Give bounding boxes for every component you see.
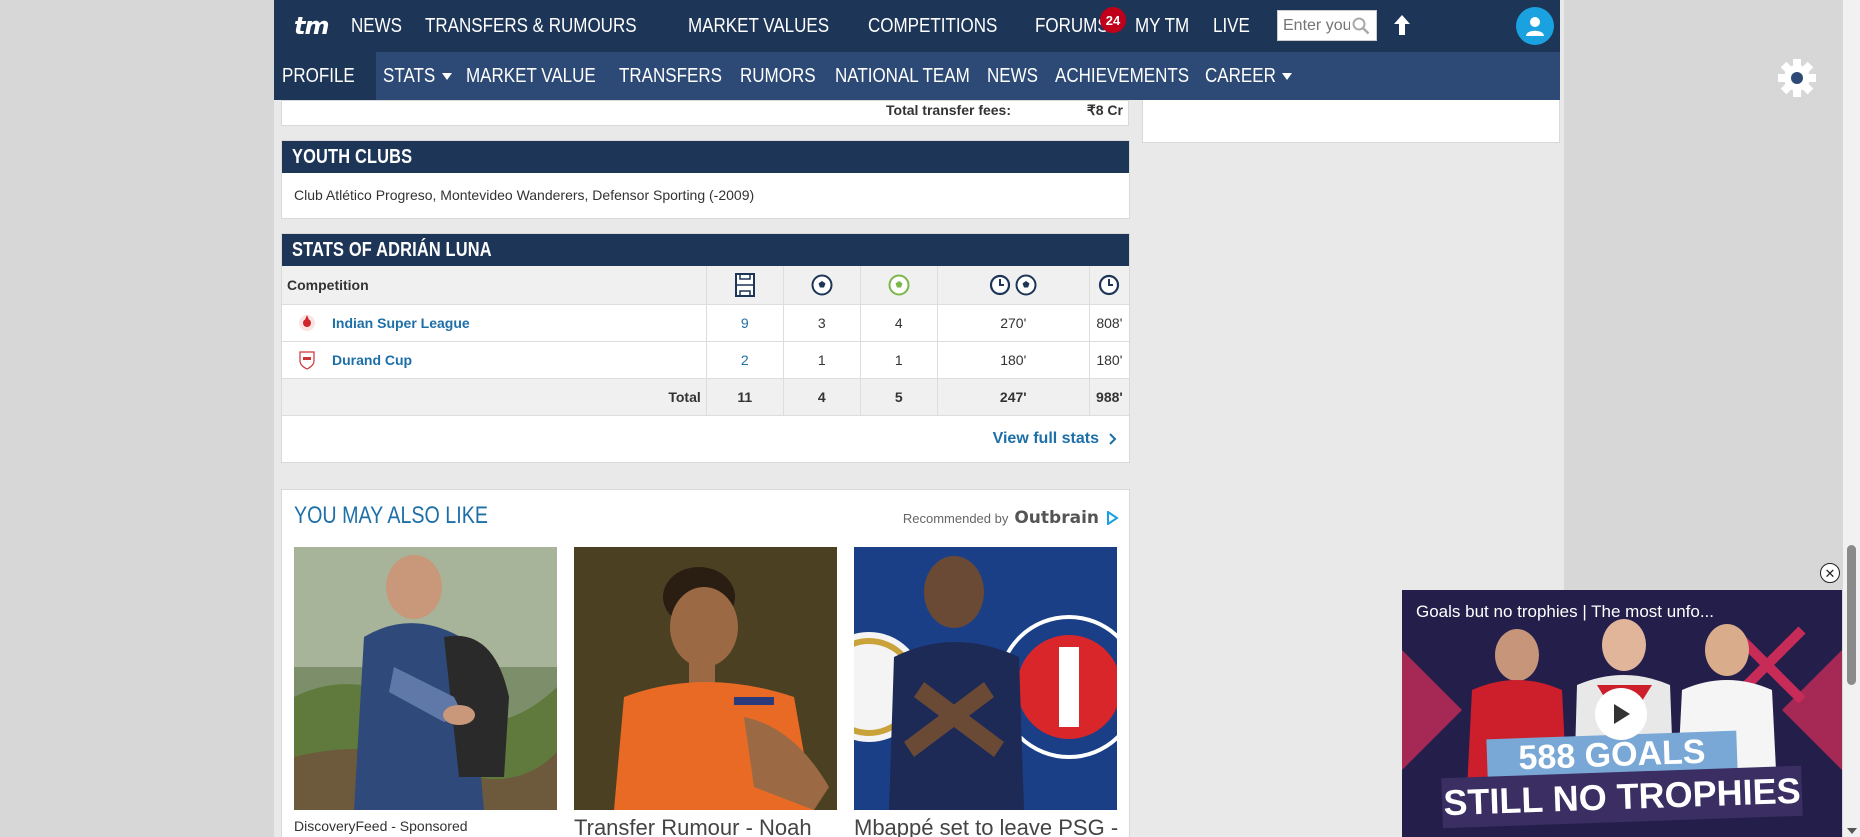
- outbrain-logo: Outbrain: [1014, 508, 1099, 528]
- chevron-down-icon: [442, 72, 453, 80]
- subnav-career[interactable]: CAREER: [1198, 52, 1299, 100]
- subnav-market-value[interactable]: MARKET VALUE: [459, 52, 626, 100]
- subnav-profile[interactable]: PROFILE: [274, 52, 376, 100]
- total-label: Total: [282, 378, 707, 416]
- floating-video-player[interactable]: Goals but no trophies | The most unfo...…: [1402, 590, 1842, 837]
- apps-link-durand-cup[interactable]: 2: [706, 341, 784, 379]
- youth-clubs-text: Club Atlético Progreso, Montevideo Wande…: [294, 187, 755, 203]
- nav-market-values[interactable]: MARKET VALUES: [688, 15, 829, 38]
- close-icon[interactable]: ✕: [1820, 563, 1840, 583]
- scroll-down-arrow-icon[interactable]: [1847, 828, 1857, 834]
- total-assists: 5: [860, 378, 938, 416]
- nav-forums[interactable]: FORUMS: [1035, 15, 1109, 38]
- page-scrollbar[interactable]: [1843, 0, 1860, 837]
- article-tile-hiker[interactable]: [294, 547, 557, 810]
- subnav-national-team[interactable]: NATIONAL TEAM: [828, 52, 1001, 100]
- subnav-achievements[interactable]: ACHIEVEMENTS: [1048, 52, 1220, 100]
- green-ball-icon: [861, 274, 937, 296]
- total-transfer-fees-label: Total transfer fees:: [886, 102, 1011, 118]
- stats-table: Competition Indian Super League 9 3 4 27…: [282, 266, 1129, 416]
- player-stats-box: STATS OF ADRIÁN LUNA Competition Indian …: [281, 233, 1130, 463]
- clock-ball-icon: [938, 274, 1089, 296]
- player-subnavigation: PROFILE STATS MARKET VALUE TRANSFERS RUM…: [274, 52, 1816, 100]
- adchoices-icon: [1107, 511, 1119, 525]
- search-box: [1277, 10, 1377, 41]
- goals-value: 1: [783, 341, 861, 379]
- competition-header: Competition: [282, 266, 707, 305]
- subnav-news[interactable]: NEWS: [980, 52, 1054, 100]
- table-row: Indian Super League 9 3 4 270' 808': [282, 304, 1129, 342]
- transfer-summary: Total transfer fees: ₹8 Cr: [281, 100, 1129, 126]
- nav-competitions[interactable]: COMPETITIONS: [868, 15, 997, 38]
- competition-link-isl[interactable]: Indian Super League: [332, 304, 707, 342]
- live-count-badge: 24: [1100, 7, 1126, 33]
- nav-transfers-rumours[interactable]: TRANSFERS & RUMOURS: [425, 15, 637, 38]
- goals-value: 3: [783, 304, 861, 342]
- tile-caption-sponsored[interactable]: DiscoveryFeed - Sponsored: [294, 818, 468, 834]
- assists-value: 1: [860, 341, 938, 379]
- right-column-card: [1142, 100, 1560, 143]
- total-min-per-goal: 247': [937, 378, 1090, 416]
- youth-clubs-header: YOUTH CLUBS: [282, 141, 1129, 173]
- also-like-title: YOU MAY ALSO LIKE: [294, 502, 488, 529]
- scrollbar-thumb[interactable]: [1847, 545, 1856, 685]
- chevron-down-icon: [1282, 72, 1293, 80]
- search-input[interactable]: [1278, 16, 1350, 35]
- transfermarkt-logo[interactable]: tm: [294, 12, 329, 40]
- nav-news[interactable]: NEWS: [351, 15, 402, 38]
- assists-value: 4: [860, 304, 938, 342]
- view-full-stats-label: View full stats: [992, 430, 1099, 447]
- you-may-also-like-box: YOU MAY ALSO LIKE Recommended by Outbrai…: [281, 489, 1130, 837]
- tile-caption-noah[interactable]: Transfer Rumour - Noah: [574, 815, 812, 837]
- subnav-rumors[interactable]: RUMORS: [733, 52, 836, 100]
- subnav-stats[interactable]: STATS: [376, 52, 459, 100]
- minutes-value: 808': [1089, 304, 1129, 342]
- total-transfer-fees-value: ₹8 Cr: [1086, 102, 1123, 118]
- player-orange-kit-image: [574, 547, 837, 810]
- video-title: Goals but no trophies | The most unfo...: [1416, 602, 1714, 621]
- total-minutes: 988': [1089, 378, 1129, 416]
- isl-logo-icon: [282, 314, 332, 332]
- durand-cup-logo-icon: [282, 350, 332, 370]
- hiker-image: [294, 547, 557, 810]
- ball-icon: [784, 274, 860, 296]
- mbappe-psg-image: [854, 547, 1117, 810]
- total-apps: 11: [706, 378, 784, 416]
- stats-header: STATS OF ADRIÁN LUNA: [282, 234, 1129, 266]
- nav-my-tm[interactable]: MY TM: [1135, 15, 1189, 38]
- article-tile-noah[interactable]: [574, 547, 837, 810]
- total-row: Total 11 4 5 247' 988': [282, 378, 1129, 416]
- tile-caption-mbappe[interactable]: Mbappé set to leave PSG - How: [854, 815, 1129, 837]
- recommended-by[interactable]: Recommended by Outbrain: [903, 508, 1119, 528]
- total-goals: 4: [783, 378, 861, 416]
- chevron-right-icon: [1109, 433, 1117, 445]
- article-tile-mbappe[interactable]: [854, 547, 1117, 810]
- table-row: Durand Cup 2 1 1 180' 180': [282, 341, 1129, 379]
- search-icon[interactable]: [1350, 15, 1372, 37]
- youth-clubs-box: YOUTH CLUBS Club Atlético Progreso, Mont…: [281, 140, 1130, 219]
- pitch-icon: [707, 272, 783, 297]
- view-full-stats-link[interactable]: View full stats: [993, 430, 1117, 448]
- play-icon[interactable]: [1595, 688, 1647, 740]
- user-account-icon[interactable]: [1516, 7, 1554, 45]
- minutes-value: 180': [1089, 341, 1129, 379]
- gear-icon[interactable]: [1776, 57, 1818, 99]
- nav-live[interactable]: LIVE: [1213, 15, 1250, 38]
- min-per-goal-value: 180': [937, 341, 1090, 379]
- scroll-to-top-icon[interactable]: [1392, 14, 1412, 36]
- clock-icon: [1090, 274, 1129, 296]
- subnav-transfers[interactable]: TRANSFERS: [612, 52, 747, 100]
- min-per-goal-value: 270': [937, 304, 1090, 342]
- apps-link-isl[interactable]: 9: [706, 304, 784, 342]
- competition-link-durand-cup[interactable]: Durand Cup: [332, 341, 707, 379]
